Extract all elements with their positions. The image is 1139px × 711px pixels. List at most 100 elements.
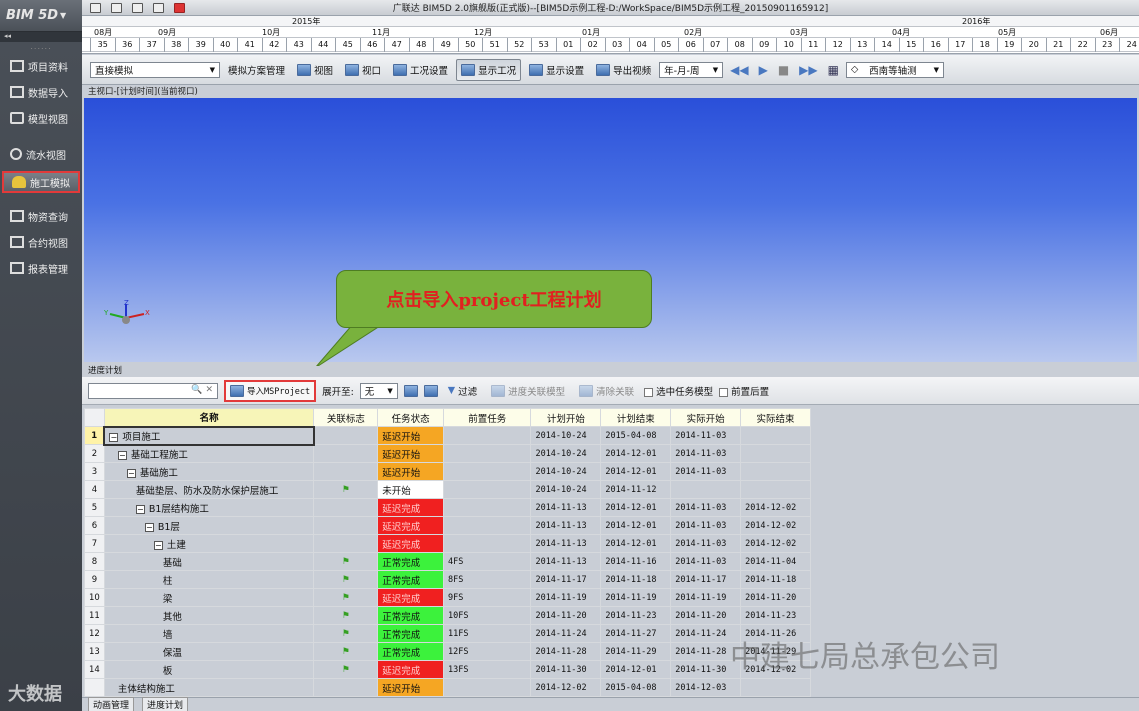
cell-name[interactable]: 保温 [103, 642, 315, 661]
table-row[interactable]: 3− 基础施工 延迟开始 2014-10-24 2014-12-01 2014-11-03 [84, 462, 811, 481]
search-input[interactable]: 🔍 ✕ [88, 382, 218, 399]
table-row[interactable]: 4 基础垫层、防水及防水保护层施工 ⚑ 未开始 2014-10-24 2014-11-12 [84, 480, 811, 499]
display-settings-button[interactable]: 显示设置 [525, 59, 588, 81]
column-header[interactable]: 前置任务 [442, 408, 532, 427]
viewport-button[interactable]: 视口 [341, 59, 385, 81]
sidebar-item-7[interactable]: 报表管理 [2, 257, 80, 279]
timeline-week[interactable]: 14 [874, 38, 899, 52]
edit-icon[interactable] [403, 384, 418, 397]
chart-icon[interactable] [423, 384, 438, 397]
timeline-week[interactable]: 02 [580, 38, 605, 52]
sidebar-item-2[interactable]: 模型视图 [2, 107, 80, 129]
new-file-icon[interactable] [90, 2, 101, 13]
timeline-week[interactable]: 38 [163, 38, 189, 52]
timeline-week[interactable]: 23 [1094, 38, 1120, 52]
timeline-week[interactable]: 42 [261, 38, 287, 52]
table-row[interactable]: 1− 项目施工 延迟开始 2014-10-24 2015-04-08 2014-11-03 [84, 425, 811, 446]
tab-schedule[interactable]: 进度计划 [142, 697, 189, 711]
cell-name[interactable]: 主体结构施工 [103, 678, 315, 697]
timeline-week[interactable]: 47 [384, 38, 409, 52]
cell-name[interactable]: − 基础施工 [103, 462, 315, 481]
timeline-week[interactable]: 10 [776, 38, 801, 52]
timeline-week[interactable]: 15 [898, 38, 924, 52]
table-row[interactable]: 8 基础 ⚑ 正常完成 4FS 2014-11-13 2014-11-16 2014-11-0… [84, 552, 811, 571]
date-format-select[interactable]: 年-月-周 ▼ [659, 61, 724, 78]
cell-name[interactable]: 柱 [103, 570, 315, 589]
timeline-week[interactable]: 48 [408, 38, 434, 52]
show-work-button[interactable]: 显示工况 [456, 58, 522, 81]
sidebar-item-5[interactable]: 物资查询 [2, 205, 80, 227]
timeline-week[interactable]: 39 [188, 38, 213, 52]
sidebar-item-0[interactable]: 项目资料 [2, 55, 80, 77]
timeline-ruler[interactable]: 2015年 2016年 08月 09月 10月 11月 12月 01月 02月 03月 04月 05… [82, 16, 1139, 54]
gear-icon[interactable] [153, 2, 164, 13]
column-header[interactable]: 实际结束 [740, 408, 811, 427]
sidebar-item-6[interactable]: 合约视图 [2, 231, 80, 253]
tab-animation[interactable]: 动画管理 [88, 697, 135, 711]
column-header[interactable]: 计划开始 [530, 408, 602, 427]
timeline-week[interactable]: 44 [310, 38, 336, 52]
timeline-week[interactable]: 40 [212, 38, 238, 52]
timeline-week[interactable]: 19 [996, 38, 1022, 52]
timeline-week[interactable]: 04 [629, 38, 654, 52]
record-icon[interactable] [174, 2, 185, 13]
timeline-week[interactable]: 13 [849, 38, 875, 52]
stop-icon[interactable]: ■ [775, 63, 792, 77]
cell-name[interactable]: − B1层 [103, 516, 315, 535]
timeline-week[interactable]: 45 [335, 38, 360, 52]
collapse-icon[interactable]: − [153, 540, 163, 550]
table-row[interactable]: 11 其他 ⚑ 正常完成 10FS 2014-11-20 2014-11-23 2014-11… [84, 606, 811, 625]
timeline-week[interactable]: 24 [1119, 38, 1139, 52]
timeline-week[interactable]: 11 [800, 38, 826, 52]
sim-plan-button[interactable]: 模拟方案管理 [224, 59, 289, 81]
timeline-week[interactable]: 52 [506, 38, 532, 52]
sidebar-item-4[interactable]: 施工模拟 [2, 171, 80, 193]
timeline-week[interactable]: 50 [457, 38, 483, 52]
column-header[interactable]: 关联标志 [313, 408, 379, 427]
column-header[interactable]: 实际开始 [670, 408, 742, 427]
cell-name[interactable]: 基础垫层、防水及防水保护层施工 [103, 480, 315, 499]
fast-forward-icon[interactable]: ▶▶ [796, 63, 820, 77]
timeline-week[interactable]: 37 [139, 38, 164, 52]
timeline-week[interactable]: 35 [90, 38, 115, 52]
timeline-week[interactable]: 53 [531, 38, 556, 52]
view-button[interactable]: 视图 [293, 59, 337, 81]
column-header[interactable]: 任务状态 [377, 408, 444, 427]
save-icon[interactable] [132, 2, 143, 13]
network-icon[interactable]: ▦ [825, 63, 842, 77]
cell-name[interactable]: 其他 [103, 606, 315, 625]
timeline-week[interactable]: 17 [947, 38, 973, 52]
collapse-icon[interactable]: − [144, 522, 154, 532]
rewind-icon[interactable]: ◀◀ [727, 63, 751, 77]
pre-post-checkbox[interactable]: 前置后置 [719, 384, 769, 398]
cell-name[interactable]: − B1层结构施工 [103, 498, 315, 517]
timeline-week[interactable]: 43 [286, 38, 311, 52]
cell-name[interactable]: − 项目施工 [103, 425, 315, 446]
cell-name[interactable]: 墙 [103, 624, 315, 643]
timeline-week[interactable]: 18 [972, 38, 997, 52]
column-header[interactable]: 名称 [103, 408, 315, 427]
table-row[interactable]: 主体结构施工 延迟开始 2014-12-02 2015-04-08 2014-12-03 [84, 678, 811, 697]
export-video-button[interactable]: 导出视频 [592, 59, 655, 81]
cell-name[interactable]: − 基础工程施工 [103, 444, 315, 463]
table-row[interactable]: 9 柱 ⚑ 正常完成 8FS 2014-11-17 2014-11-18 2014-11-17… [84, 570, 811, 589]
collapse-icon[interactable]: − [126, 468, 136, 478]
clear-link-button[interactable]: 清除关联 [575, 380, 638, 402]
play-icon[interactable]: ▶ [756, 63, 771, 77]
collapse-icon[interactable]: − [135, 504, 145, 514]
timeline-week[interactable]: 06 [678, 38, 703, 52]
timeline-week[interactable]: 22 [1070, 38, 1095, 52]
collapse-icon[interactable]: − [117, 450, 127, 460]
mode-select[interactable]: 直接模拟 ▼ [90, 61, 220, 78]
table-row[interactable]: 2− 基础工程施工 延迟开始 2014-10-24 2014-12-01 2014-11-… [84, 444, 811, 463]
progress-model-button[interactable]: 进度关联模型 [487, 380, 569, 402]
timeline-week[interactable]: 46 [359, 38, 385, 52]
timeline-week[interactable]: 12 [825, 38, 850, 52]
import-msproject-button[interactable]: 导入MSProject [224, 379, 317, 402]
table-row[interactable]: 13 保温 ⚑ 正常完成 12FS 2014-11-28 2014-11-29 2014-11… [84, 642, 811, 661]
table-row[interactable]: 10 梁 ⚑ 延迟完成 9FS 2014-11-19 2014-11-19 2014-11-1… [84, 588, 811, 607]
open-folder-icon[interactable] [111, 2, 122, 13]
timeline-week[interactable]: 21 [1045, 38, 1071, 52]
sidebar-item-1[interactable]: 数据导入 [2, 81, 80, 103]
table-row[interactable]: 6− B1层 延迟完成 2014-11-13 2014-12-01 2014-11-03 2… [84, 516, 811, 535]
